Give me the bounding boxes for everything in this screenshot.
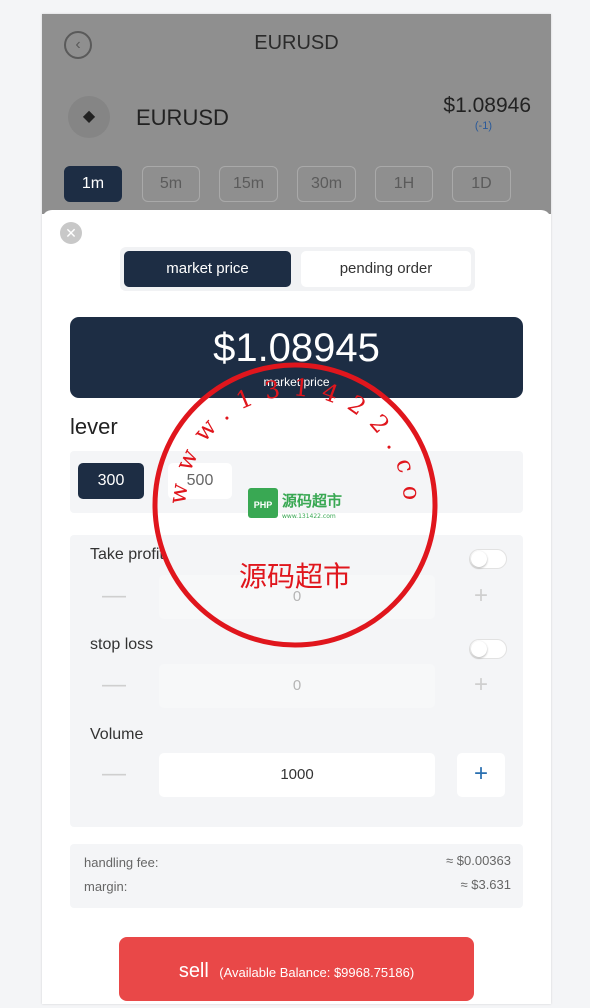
page-title: EURUSD <box>254 32 339 54</box>
volume-minus-button[interactable]: — <box>90 753 138 797</box>
take-profit-label: Take profit <box>90 546 164 563</box>
market-price-label: market price <box>263 375 330 389</box>
lever-option-300[interactable]: 300 <box>78 463 144 499</box>
sell-button[interactable]: sell (Available Balance: $9968.75186) <box>119 937 474 1001</box>
stop-loss-minus-button[interactable]: — <box>90 664 138 708</box>
fee-summary: handling fee: ≈ $0.00363 margin: ≈ $3.63… <box>70 844 523 908</box>
market-price-value: $1.08945 <box>213 326 380 370</box>
margin-value: ≈ $3.631 <box>460 877 511 892</box>
timeframe-5m[interactable]: 5m <box>142 166 200 202</box>
volume-input[interactable]: 1000 <box>159 753 435 797</box>
available-balance: (Available Balance: $9968.75186) <box>219 965 415 980</box>
stop-loss-input[interactable]: 0 <box>159 664 435 708</box>
timeframe-30m[interactable]: 30m <box>297 166 356 202</box>
market-price-card: $1.08945 market price <box>70 317 523 398</box>
take-profit-minus-button[interactable]: — <box>90 575 138 619</box>
take-profit-plus-button[interactable]: + <box>457 575 505 619</box>
order-form: Take profit — 0 + stop loss — 0 + Volume… <box>70 535 523 827</box>
lever-title: lever <box>70 414 118 439</box>
volume-label: Volume <box>90 726 144 743</box>
lever-options: 300 500 <box>70 451 523 513</box>
timeframe-1d[interactable]: 1D <box>452 166 511 202</box>
timeframe-1h[interactable]: 1H <box>375 166 433 202</box>
volume-plus-button[interactable]: + <box>457 753 505 797</box>
handling-fee-label: handling fee: <box>84 855 159 870</box>
tab-pending-order[interactable]: pending order <box>301 251 471 287</box>
stop-loss-toggle[interactable] <box>469 639 507 659</box>
order-sheet: ✕ market price pending order $1.08945 ma… <box>42 210 551 1004</box>
toggle-knob <box>471 551 487 567</box>
tab-market-price[interactable]: market price <box>124 251 291 287</box>
phone-screen: ‹ EURUSD ◆ EURUSD $1.08946 (-1) 1m 5m 15… <box>42 14 551 1004</box>
close-button[interactable]: ✕ <box>60 222 82 244</box>
toggle-knob <box>471 641 487 657</box>
close-icon: ✕ <box>65 225 77 241</box>
layers-icon: ◆ <box>68 96 110 138</box>
lever-option-500[interactable]: 500 <box>168 463 232 499</box>
take-profit-input[interactable]: 0 <box>159 575 435 619</box>
top-bar: ‹ EURUSD <box>42 14 551 72</box>
take-profit-toggle[interactable] <box>469 549 507 569</box>
instrument-price: $1.08946 <box>443 94 531 117</box>
order-type-tabs: market price pending order <box>120 247 475 291</box>
timeframe-15m[interactable]: 15m <box>219 166 278 202</box>
sell-label: sell <box>178 960 209 982</box>
instrument-change: (-1) <box>474 120 492 132</box>
stop-loss-label: stop loss <box>90 636 154 653</box>
timeframe-1m[interactable]: 1m <box>64 166 122 202</box>
instrument-name: EURUSD <box>136 105 229 130</box>
margin-label: margin: <box>84 879 128 894</box>
handling-fee-value: ≈ $0.00363 <box>446 853 511 868</box>
stop-loss-plus-button[interactable]: + <box>457 664 505 708</box>
